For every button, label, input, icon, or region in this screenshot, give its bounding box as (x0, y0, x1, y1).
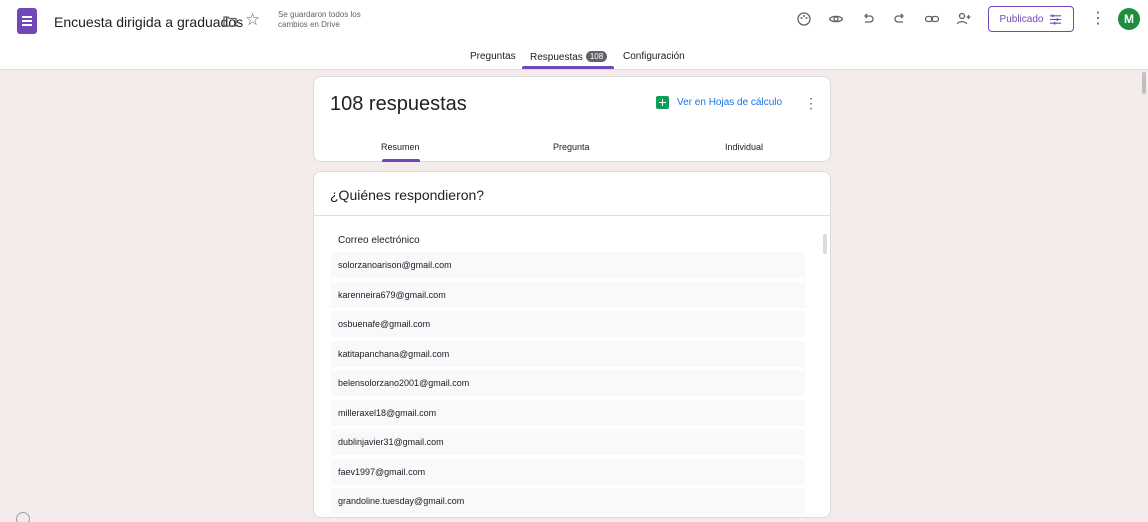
publish-label: Publicado (999, 13, 1044, 25)
list-item: osbuenafe@gmail.com (331, 311, 805, 337)
more-options-icon[interactable]: ⋮ (804, 95, 818, 112)
subtab-individual[interactable]: Individual (725, 142, 763, 152)
responses-count-badge: 108 (585, 51, 608, 62)
list-item: karenneira679@gmail.com (331, 281, 805, 308)
email-list: solorzanoarison@gmail.com karenneira679@… (331, 252, 805, 517)
list-item: belensolorzano2001@gmail.com (331, 370, 805, 396)
form-title[interactable]: Encuesta dirigida a graduados (54, 14, 243, 30)
list-item: solorzanoarison@gmail.com (331, 252, 805, 278)
responses-count: 108 respuestas (330, 93, 467, 115)
link-icon[interactable] (922, 9, 942, 29)
undo-icon[interactable] (858, 9, 878, 29)
tab-questions[interactable]: Preguntas (470, 51, 516, 62)
preview-icon[interactable] (826, 9, 846, 29)
active-subtab-indicator (382, 159, 420, 162)
list-item: faev1997@gmail.com (331, 458, 805, 485)
list-item: milleraxel18@gmail.com (331, 399, 805, 426)
page-scrollbar[interactable] (1142, 72, 1146, 94)
save-status: Se guardaron todos los cambios en Drive (278, 10, 361, 29)
subtab-question[interactable]: Pregunta (553, 142, 590, 152)
tab-responses[interactable]: Respuestas 108 (530, 51, 608, 63)
tab-settings[interactable]: Configuración (623, 51, 685, 62)
folder-icon[interactable] (222, 13, 238, 29)
list-item: katitapanchana@gmail.com (331, 340, 805, 367)
sheets-icon (656, 96, 669, 109)
divider (314, 215, 830, 216)
publish-button[interactable]: Publicado (988, 6, 1074, 32)
avatar[interactable]: M (1118, 8, 1140, 30)
active-tab-indicator (522, 66, 614, 69)
subtab-summary[interactable]: Resumen (381, 142, 420, 152)
help-icon[interactable] (16, 512, 30, 522)
list-scrollbar[interactable] (823, 234, 827, 254)
list-item: dublinjavier31@gmail.com (331, 429, 805, 455)
redo-icon[interactable] (890, 9, 910, 29)
form-tabs: Preguntas Respuestas 108 Configuración (0, 48, 1148, 70)
add-collaborator-icon[interactable] (954, 9, 974, 29)
star-icon[interactable]: ☆ (245, 10, 260, 30)
forms-logo-icon[interactable] (17, 8, 37, 34)
view-in-sheets-link[interactable]: Ver en Hojas de cálculo (656, 96, 782, 109)
list-item: grandoline.tuesday@gmail.com (331, 488, 805, 514)
view-in-sheets-label: Ver en Hojas de cálculo (677, 97, 783, 108)
app-header: Encuesta dirigida a graduados ☆ Se guard… (0, 0, 1148, 70)
tab-responses-label: Respuestas (530, 52, 583, 63)
more-options-icon[interactable]: ⋮ (1090, 9, 1106, 29)
respondents-card: ¿Quiénes respondieron? Correo electrónic… (313, 171, 831, 518)
email-column-label: Correo electrónico (338, 235, 420, 246)
tune-icon (1050, 13, 1062, 25)
palette-icon[interactable] (794, 9, 814, 29)
responses-summary-card: 108 respuestas Ver en Hojas de cálculo ⋮… (313, 76, 831, 162)
respondents-title: ¿Quiénes respondieron? (330, 187, 485, 203)
